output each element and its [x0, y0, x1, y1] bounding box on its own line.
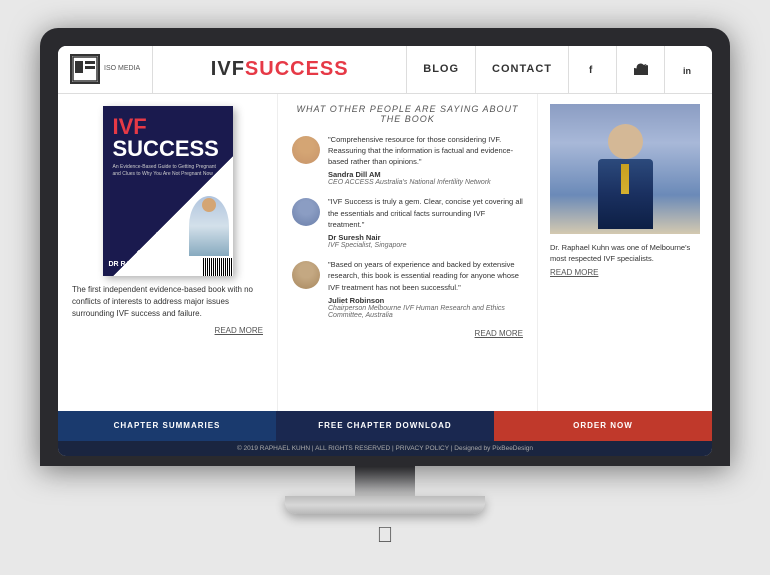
logo-icon — [70, 54, 100, 84]
read-more-center[interactable]: READ MORE — [292, 329, 523, 338]
testimonial-name-2: Dr Suresh Nair — [328, 233, 523, 242]
testimonial-quote-2: "IVF Success is truly a gem. Clear, conc… — [328, 196, 523, 230]
center-panel: WHAT OTHER PEOPLE ARE SAYING ABOUT THE B… — [278, 94, 537, 411]
nav-social: f in — [568, 46, 712, 93]
bottom-bar: © 2019 RAPHAEL KUHN | ALL RIGHTS RESERVE… — [58, 441, 712, 456]
testimonial-quote-3: "Based on years of experience and backed… — [328, 259, 523, 293]
book-cover: IVF SUCCESS An Evidence-Based Guide to G… — [103, 106, 233, 276]
testimonial-content-2: "IVF Success is truly a gem. Clear, conc… — [328, 196, 523, 249]
footer-order-now[interactable]: ORDER NOW — [494, 411, 712, 441]
book-subtitle: An Evidence-Based Guide to Getting Pregn… — [113, 164, 223, 178]
book-author: DR RAPHAEL KUHN — [109, 261, 177, 268]
screen: ISO MEDIA IVF SUCCESS BLOG CONTACT f — [58, 46, 712, 456]
testimonial-name-1: Sandra Dill AM — [328, 170, 523, 179]
author-body — [598, 159, 653, 229]
book-title-ivf: IVF — [113, 116, 147, 138]
apple-logo:  — [377, 522, 394, 548]
testimonial-1: "Comprehensive resource for those consid… — [292, 134, 523, 187]
logo[interactable]: ISO MEDIA — [58, 46, 153, 93]
book-barcode — [203, 258, 233, 276]
testimonial-title-2: IVF Specialist, Singapore — [328, 242, 523, 249]
section-title: WHAT OTHER PEOPLE ARE SAYING ABOUT THE B… — [292, 104, 523, 124]
footer-chapter-summaries[interactable]: CHAPTER SUMMARIES — [58, 411, 276, 441]
right-panel: Dr. Raphael Kuhn was one of Melbourne's … — [537, 94, 712, 411]
monitor-base — [285, 496, 485, 514]
monitor-neck — [355, 466, 415, 496]
footer-free-chapter[interactable]: FREE CHAPTER DOWNLOAD — [276, 411, 494, 441]
testimonial-name-3: Juliet Robinson — [328, 296, 523, 305]
author-photo — [550, 104, 700, 234]
svg-text:in: in — [683, 66, 691, 76]
left-panel: IVF SUCCESS An Evidence-Based Guide to G… — [58, 94, 278, 411]
monitor-body: ISO MEDIA IVF SUCCESS BLOG CONTACT f — [40, 28, 730, 466]
main-content: IVF SUCCESS An Evidence-Based Guide to G… — [58, 94, 712, 411]
nav-facebook[interactable]: f — [568, 46, 616, 93]
nav-twitter[interactable] — [616, 46, 664, 93]
testimonial-avatar-1 — [292, 136, 320, 164]
testimonial-avatar-3 — [292, 261, 320, 289]
book-title-success: SUCCESS — [113, 138, 219, 160]
read-more-left[interactable]: READ MORE — [72, 326, 263, 335]
left-description: The first independent evidence-based boo… — [72, 284, 263, 320]
nav-blog[interactable]: BLOG — [406, 46, 475, 93]
testimonial-title-1: CEO ACCESS Australia's National Infertil… — [328, 179, 523, 186]
nav-linkedin[interactable]: in — [664, 46, 712, 93]
svg-text:f: f — [589, 65, 593, 75]
footer-navigation: CHAPTER SUMMARIES FREE CHAPTER DOWNLOAD … — [58, 411, 712, 441]
testimonial-content-3: "Based on years of experience and backed… — [328, 259, 523, 319]
author-description: Dr. Raphael Kuhn was one of Melbourne's … — [550, 242, 700, 265]
author-head — [608, 124, 643, 159]
book-figure-head — [202, 198, 216, 212]
author-silhouette — [585, 114, 665, 234]
nav-contact[interactable]: CONTACT — [475, 46, 568, 93]
author-tie — [621, 164, 629, 194]
nav-items: BLOG CONTACT — [406, 46, 568, 93]
testimonial-3: "Based on years of experience and backed… — [292, 259, 523, 319]
testimonial-2: "IVF Success is truly a gem. Clear, conc… — [292, 196, 523, 249]
testimonial-title-3: Chairperson Melbourne IVF Human Research… — [328, 305, 523, 319]
book-figure — [189, 196, 229, 256]
testimonial-quote-1: "Comprehensive resource for those consid… — [328, 134, 523, 168]
brand-success: SUCCESS — [245, 58, 349, 81]
navigation: ISO MEDIA IVF SUCCESS BLOG CONTACT f — [58, 46, 712, 94]
brand: IVF SUCCESS — [153, 46, 406, 93]
testimonial-avatar-2 — [292, 198, 320, 226]
monitor: ISO MEDIA IVF SUCCESS BLOG CONTACT f — [35, 28, 735, 548]
logo-text: ISO MEDIA — [104, 65, 140, 73]
brand-ivf: IVF — [211, 58, 245, 81]
read-more-right[interactable]: READ MORE — [550, 268, 700, 277]
testimonial-content-1: "Comprehensive resource for those consid… — [328, 134, 523, 187]
monitor-bezel: ISO MEDIA IVF SUCCESS BLOG CONTACT f — [58, 46, 712, 456]
